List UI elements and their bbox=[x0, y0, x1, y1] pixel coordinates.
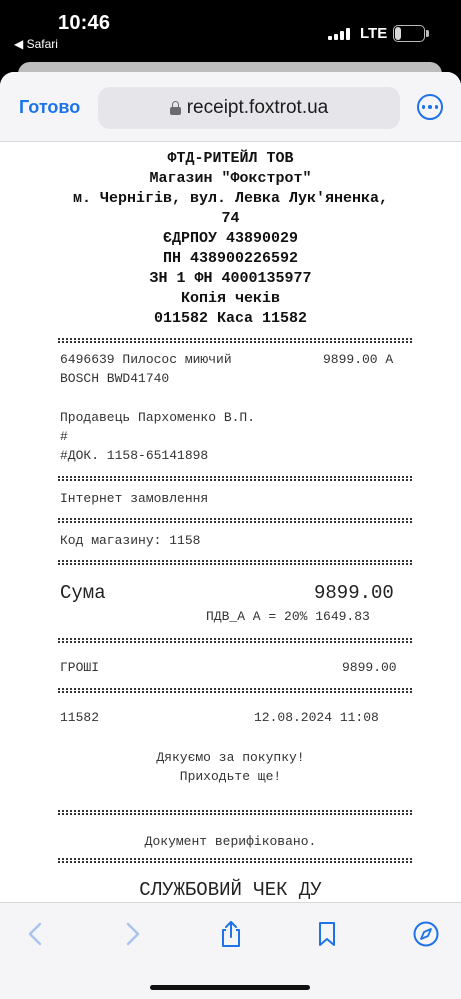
status-time: 10:46 bbox=[58, 12, 111, 34]
receipt-pn: ПН 438900226592 bbox=[162, 250, 299, 267]
sum-value: 9899.00 bbox=[314, 582, 394, 604]
divider bbox=[58, 638, 412, 643]
check-number: 11582 bbox=[60, 710, 100, 725]
back-to-safari-link[interactable]: ◀ Safari bbox=[14, 37, 58, 51]
home-indicator bbox=[150, 985, 310, 990]
receipt-edrpou: ЄДРПОУ 43890029 bbox=[162, 230, 299, 247]
divider bbox=[58, 688, 412, 693]
verified-note: Документ верифіковано. bbox=[144, 834, 317, 849]
divider bbox=[58, 858, 412, 863]
receipt-datetime: 12.08.2024 11:08 bbox=[254, 710, 379, 725]
browser-nav-bar: Готово receipt.foxtrot.ua bbox=[0, 72, 461, 142]
back-icon[interactable] bbox=[21, 919, 51, 949]
receipt: ФТД-РИТЕЙЛ ТОВ Магазин "Фокстрот" м. Чер… bbox=[0, 142, 461, 902]
order-type: Інтернет замовлення bbox=[60, 491, 209, 506]
compass-icon[interactable] bbox=[411, 919, 441, 949]
receipt-store: Магазин "Фокстрот" bbox=[149, 170, 312, 187]
url-field[interactable]: receipt.foxtrot.ua bbox=[98, 87, 400, 129]
item-name: 6496639 Пилосос миючий bbox=[60, 352, 232, 367]
vat-line: ПДВ_А А = 20% 1649.83 bbox=[206, 609, 370, 624]
doc-number: #ДОК. 1158-65141898 bbox=[60, 448, 209, 463]
more-options-button[interactable] bbox=[417, 94, 443, 120]
service-check-title: СЛУЖБОВИЙ ЧЕК ДУ bbox=[139, 879, 322, 901]
share-icon[interactable] bbox=[216, 919, 246, 949]
receipt-address: м. Чернігів, вул. Левка Лук'яненка, bbox=[72, 190, 389, 207]
status-bar: 10:46 ◀ Safari LTE 21 bbox=[0, 0, 461, 60]
battery-icon: 21 bbox=[393, 25, 425, 42]
lock-icon bbox=[169, 101, 181, 115]
bookmarks-icon[interactable] bbox=[312, 919, 342, 949]
item-model: BOSCH BWD41740 bbox=[60, 371, 170, 386]
divider bbox=[58, 518, 412, 523]
signal-icon bbox=[328, 28, 350, 40]
divider bbox=[58, 476, 412, 481]
battery-cap bbox=[426, 30, 429, 37]
forward-icon[interactable] bbox=[117, 919, 147, 949]
network-type: LTE bbox=[360, 25, 388, 42]
thanks-line-1: Дякуємо за покупку! bbox=[156, 750, 305, 765]
receipt-copy-label: Копія чеків bbox=[180, 290, 281, 307]
divider bbox=[58, 810, 412, 815]
divider bbox=[58, 338, 412, 343]
seller: Продавець Пархоменко В.П. bbox=[60, 410, 256, 425]
url-text: receipt.foxtrot.ua bbox=[186, 97, 329, 118]
receipt-register: 011582 Каса 11582 bbox=[153, 310, 308, 327]
safari-view-sheet: Готово receipt.foxtrot.ua ФТД-РИТЕЙЛ ТОВ… bbox=[0, 72, 461, 999]
thanks-line-2: Приходьте ще! bbox=[179, 769, 282, 784]
done-button[interactable]: Готово bbox=[19, 97, 80, 118]
receipt-address-number: 74 bbox=[221, 210, 240, 227]
hash-line: # bbox=[60, 429, 68, 444]
store-code: Код магазину: 1158 bbox=[60, 533, 201, 548]
receipt-zn-fn: ЗН 1 ФН 4000135977 bbox=[149, 270, 312, 287]
battery-percent: 21 bbox=[402, 26, 416, 40]
receipt-company: ФТД-РИТЕЙЛ ТОВ bbox=[167, 150, 294, 167]
item-price: 9899.00 А bbox=[323, 352, 394, 367]
sum-label: Сума bbox=[60, 582, 106, 604]
payment-value: 9899.00 bbox=[342, 660, 397, 675]
divider bbox=[58, 560, 412, 565]
payment-label: ГРОШІ bbox=[60, 660, 100, 675]
